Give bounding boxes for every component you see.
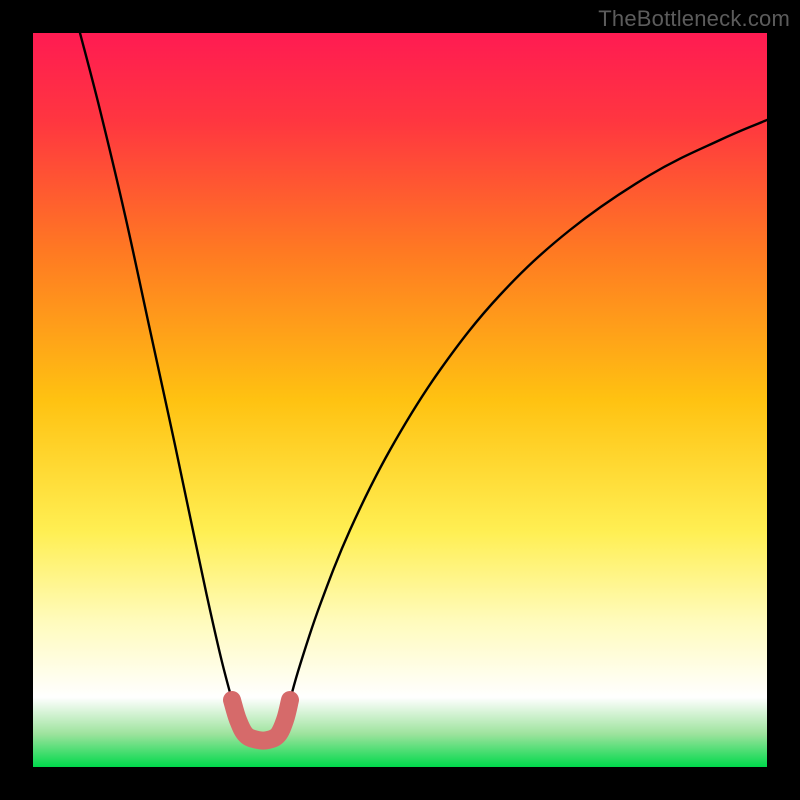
chart-frame	[0, 0, 800, 800]
plot-gradient-background	[33, 33, 767, 767]
watermark-text: TheBottleneck.com	[598, 6, 790, 32]
chart-svg	[0, 0, 800, 800]
